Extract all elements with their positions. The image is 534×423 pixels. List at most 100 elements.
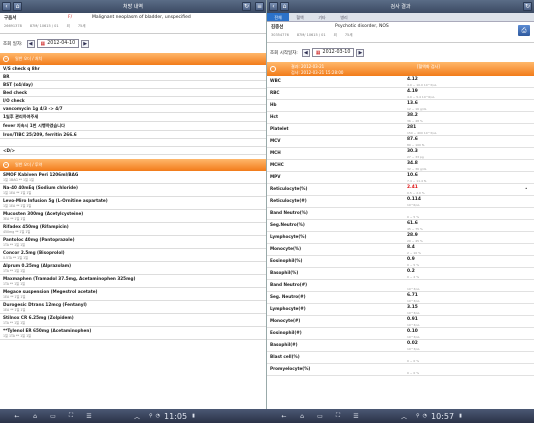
drug-item[interactable]: Pantoloc 40mg (Pantoprazole) 1TA ** 1일 1일 bbox=[0, 236, 266, 249]
lab-test-name: Basophil(#) bbox=[270, 342, 298, 347]
lab-group-header[interactable]: 결과: 2012-03-21 검사: 2012-03-21 15:28:00 [… bbox=[267, 62, 534, 76]
lab-result-row[interactable]: Basophil(%) 0.2 0 ~ 2 % bbox=[267, 268, 534, 280]
lab-result-row[interactable]: WBC 4.12 4.0 ~ 10.0 10^3/uL bbox=[267, 76, 534, 88]
lab-reference-range: 2 ~ 10 % bbox=[407, 251, 421, 255]
drug-item[interactable]: **Tylenol ER 650mg (Acetaminophen) 1일 1TA… bbox=[0, 327, 266, 340]
lab-reference-range: 0 ~ 5 % bbox=[407, 263, 420, 267]
screenshot-icon[interactable]: ⛶ bbox=[62, 412, 80, 420]
order-item[interactable]: <D/> bbox=[0, 147, 266, 155]
lab-reference-range: 0 ~ 5 % bbox=[407, 215, 420, 219]
lab-result-row[interactable]: Seg.Neutro(%) 61.6 45 ~ 75 % bbox=[267, 220, 534, 232]
order-item[interactable]: fever 지속시 1번 시행하였습니다 bbox=[0, 122, 266, 131]
lab-test-name: Band Neutro(#) bbox=[270, 282, 308, 287]
chevron-up-icon[interactable]: ︿ bbox=[128, 412, 146, 421]
order-section-title: 일반 오더 / 처치 bbox=[15, 56, 43, 61]
lab-result-row[interactable]: Seg. Neutro(#) 6.71 10^3/uL bbox=[267, 292, 534, 304]
clock: 11:05 bbox=[164, 411, 188, 421]
lab-result-row[interactable]: MCHC 34.8 32 ~ 36 g/dL bbox=[267, 160, 534, 172]
menu-icon[interactable]: ☰ bbox=[347, 413, 365, 420]
lab-result-row[interactable]: Hct 38.2 36 ~ 48 % bbox=[267, 112, 534, 124]
tab-pathology[interactable]: 병리 bbox=[333, 13, 355, 21]
calendar-icon: ▦ bbox=[315, 49, 321, 56]
screenshot-icon[interactable]: ⛶ bbox=[329, 412, 347, 420]
tab-all[interactable]: 전체 bbox=[267, 13, 289, 21]
drug-item[interactable]: SMOF Kabiven Peri 1206ml/BAG 1일 1BAG ** 1… bbox=[0, 171, 266, 184]
lab-result-row[interactable]: Monocyte(%) 8.4 2 ~ 10 % bbox=[267, 244, 534, 256]
drug-item[interactable]: Na-40 40mEq (Sodium chloride) 1일 1EA ** 1… bbox=[0, 184, 266, 197]
lab-test-name: Platelet bbox=[270, 126, 289, 131]
lab-result-row[interactable]: Monocyte(#) 0.91 10^3/uL bbox=[267, 316, 534, 328]
prev-date-button[interactable]: ◀ bbox=[301, 48, 310, 57]
order-section-header[interactable]: − 일반 오더 / 처치 bbox=[0, 53, 266, 65]
lab-result-row[interactable]: MCV 87.6 80 ~ 100 fL bbox=[267, 136, 534, 148]
next-date-button[interactable]: ▶ bbox=[81, 39, 90, 48]
patient-age: 75세 bbox=[344, 33, 353, 37]
drug-item[interactable]: Concor 2.5mg (Bisoprolol) 0.5TA ** 1일 1일 bbox=[0, 249, 266, 262]
date-value: 2012-04-10 bbox=[47, 41, 76, 46]
drug-item[interactable]: Alprum 0.25mg (Alprazolam) 1TA ** 1일 1일 bbox=[0, 262, 266, 275]
lab-test-value: 61.6 bbox=[407, 221, 418, 226]
print-icon[interactable]: ⎙ bbox=[518, 25, 530, 36]
drug-item[interactable]: Maxmaphen (Tramadol 37.5mg, Acetaminophe… bbox=[0, 275, 266, 288]
drug-item[interactable]: Mucosten 300mg (Acetylcysteine) 3EA ** 1일… bbox=[0, 210, 266, 223]
lab-result-row[interactable]: Lymphocyte(%) 28.9 20 ~ 45 % bbox=[267, 232, 534, 244]
lab-result-row[interactable]: Reticulocyte(%) 2.41 0.5 ~ 2.0 % • bbox=[267, 184, 534, 196]
drug-item[interactable]: Durogesic Dtrans 12mcg (Fentanyl) 1EA ** … bbox=[0, 301, 266, 314]
lab-result-row[interactable]: Eosinophil(#) 0.10 10^3/uL bbox=[267, 328, 534, 340]
lab-result-row[interactable]: Platelet 281 150 ~ 400 10^3/uL bbox=[267, 124, 534, 136]
date-selector: 조회 일자: ◀ ▦ 2012-04-10 ▶ bbox=[0, 34, 266, 53]
lab-result-row[interactable]: Reticulocyte(#) 0.114 10^6/uL bbox=[267, 196, 534, 208]
lab-result-row[interactable]: Lymphocyte(#) 3.15 10^3/uL bbox=[267, 304, 534, 316]
lab-test-name: Hb bbox=[270, 102, 277, 107]
order-item[interactable] bbox=[0, 139, 266, 147]
page-title: 처방 내역 bbox=[123, 4, 143, 10]
back-icon[interactable]: ← bbox=[8, 413, 26, 420]
tab-blood[interactable]: 혈액 bbox=[289, 13, 311, 21]
next-date-button[interactable]: ▶ bbox=[356, 48, 365, 57]
lab-test-name: Eosinophil(#) bbox=[270, 330, 302, 335]
lab-result-row[interactable]: Eosinophil(%) 0.9 0 ~ 5 % bbox=[267, 256, 534, 268]
home-icon[interactable]: ⌂ bbox=[26, 413, 44, 420]
recent-apps-icon[interactable]: ▭ bbox=[311, 413, 329, 420]
lab-result-row[interactable]: Basophil(#) 0.02 10^3/uL bbox=[267, 340, 534, 352]
collapse-icon[interactable]: − bbox=[3, 162, 9, 168]
drug-item[interactable]: Rifadex 450mg (Rifampicin) 450mg ** 1일 1일 bbox=[0, 223, 266, 236]
drug-section-title: 일반 오더 / 투약 bbox=[15, 162, 43, 167]
order-item[interactable]: Bed check bbox=[0, 89, 266, 97]
order-item[interactable]: BR bbox=[0, 73, 266, 81]
order-item[interactable]: 1일후 관리하여주세 bbox=[0, 113, 266, 122]
lab-test-name: Blast cell(%) bbox=[270, 354, 300, 359]
home-icon[interactable]: ⌂ bbox=[293, 413, 311, 420]
recent-apps-icon[interactable]: ▭ bbox=[44, 413, 62, 420]
order-item[interactable]: I/O check bbox=[0, 97, 266, 105]
drug-section-header[interactable]: − 일반 오더 / 투약 bbox=[0, 159, 266, 171]
date-field[interactable]: ▦ 2012-03-10 bbox=[311, 48, 355, 57]
lab-test-name: Band Neutro(%) bbox=[270, 210, 308, 215]
prev-date-button[interactable]: ◀ bbox=[26, 39, 35, 48]
back-icon[interactable]: ← bbox=[275, 413, 293, 420]
drug-item[interactable]: Megace suspension (Megestrol acetate) 1EA… bbox=[0, 288, 266, 301]
collapse-icon[interactable] bbox=[270, 66, 276, 72]
lab-result-row[interactable]: MPV 10.6 7.4 ~ 11.4 fL bbox=[267, 172, 534, 184]
lab-reference-range: 10^3/uL bbox=[407, 347, 420, 351]
order-item[interactable]: BST (x4/day) bbox=[0, 81, 266, 89]
date-field[interactable]: ▦ 2012-04-10 bbox=[36, 39, 80, 48]
lab-result-row[interactable]: RBC 4.19 4.0 ~ 5.4 10^6/uL bbox=[267, 88, 534, 100]
collapse-icon[interactable]: − bbox=[3, 56, 9, 62]
drug-item[interactable]: Levo-Miro Infusion 5g (L-Ornitine aspart… bbox=[0, 197, 266, 210]
order-item[interactable]: Iron/TIBC 25/209, ferritin 266.6 bbox=[0, 131, 266, 139]
chevron-up-icon[interactable]: ︿ bbox=[395, 412, 413, 421]
lab-result-row[interactable]: Band Neutro(#) 10^3/uL bbox=[267, 280, 534, 292]
lab-result-row[interactable]: Promyelocyte(%) 0 ~ 0 % bbox=[267, 364, 534, 376]
lab-result-row[interactable]: Hb 13.6 12 ~ 16 g/dL bbox=[267, 100, 534, 112]
order-item[interactable]: V/S check q 8hr bbox=[0, 65, 266, 73]
lab-result-row[interactable]: Band Neutro(%) 0 ~ 5 % bbox=[267, 208, 534, 220]
tab-other[interactable]: 기타 bbox=[311, 13, 333, 21]
order-item[interactable]: vancomycin 1g 4/3 -> 4/7 bbox=[0, 105, 266, 113]
lab-result-row[interactable]: Blast cell(%) 0 ~ 0 % bbox=[267, 352, 534, 364]
patient-name: 구음서 bbox=[4, 16, 17, 21]
lab-reference-range: 10^3/uL bbox=[407, 299, 420, 303]
lab-result-row[interactable]: MCH 30.3 27 ~ 33 pg bbox=[267, 148, 534, 160]
menu-icon[interactable]: ☰ bbox=[80, 413, 98, 420]
drug-item[interactable]: Stilnox CR 6.25mg (Zolpidem) 1TA ** 1일 1일 bbox=[0, 314, 266, 327]
